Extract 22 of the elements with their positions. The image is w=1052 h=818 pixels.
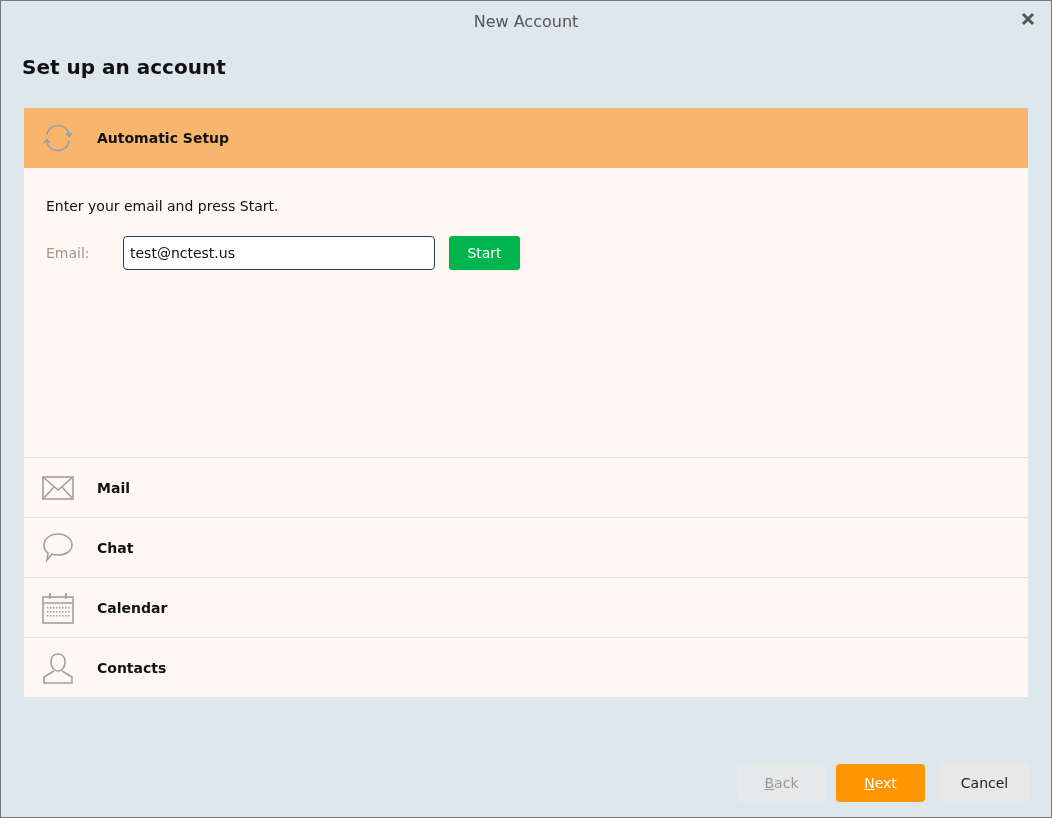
page-heading: Set up an account <box>21 54 227 81</box>
section-label: Calendar <box>97 599 168 616</box>
section-header[interactable]: Automatic Setup <box>24 108 1028 168</box>
cancel-button[interactable]: Cancel <box>940 764 1029 802</box>
refresh-icon <box>42 123 74 153</box>
person-icon <box>42 651 74 684</box>
window-title: New Account <box>473 11 579 31</box>
section-label: Contacts <box>97 659 167 676</box>
section-label: Mail <box>97 479 130 496</box>
section-label: Chat <box>97 539 134 556</box>
section-header[interactable]: Contacts <box>24 637 1028 697</box>
close-icon[interactable] <box>1021 12 1035 26</box>
section-header[interactable]: Mail <box>24 457 1028 517</box>
section-header[interactable]: Chat <box>24 517 1028 577</box>
speech-bubble-icon <box>42 531 74 564</box>
section-label: Automatic Setup <box>97 130 230 146</box>
instruction-text: Enter your email and press Start. <box>46 198 280 214</box>
calendar-icon <box>42 591 74 624</box>
section-header[interactable]: Calendar <box>24 577 1028 637</box>
envelope-icon <box>42 475 74 500</box>
email-field[interactable]: test@nctest.us <box>123 236 435 270</box>
email-label: Email: <box>46 245 91 261</box>
